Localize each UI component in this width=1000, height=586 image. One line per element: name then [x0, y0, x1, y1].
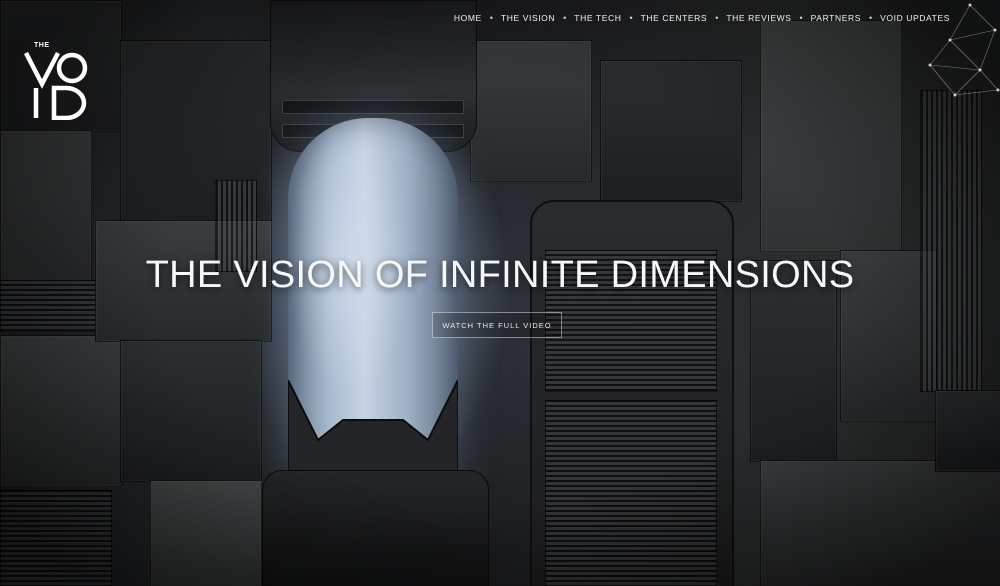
nav-item-home[interactable]: HOME [454, 13, 482, 23]
nav-separator: • [489, 13, 493, 23]
main-nav: HOME • THE VISION • THE TECH • THE CENTE… [454, 13, 950, 23]
watch-video-button[interactable]: WATCH THE FULL VIDEO [432, 312, 562, 338]
nav-item-the-vision[interactable]: THE VISION [501, 13, 555, 23]
nav-separator: • [799, 13, 803, 23]
hero-page: THE HOME • THE VISION • THE TECH • THE C… [0, 0, 1000, 586]
nav-item-partners[interactable]: PARTNERS [811, 13, 861, 23]
nav-item-the-reviews[interactable]: THE REVIEWS [726, 13, 791, 23]
nav-separator: • [629, 13, 633, 23]
nav-item-void-updates[interactable]: VOID UPDATES [880, 13, 950, 23]
site-logo[interactable]: THE [24, 42, 88, 120]
void-logo-icon [24, 51, 88, 120]
hero-title: THE VISION OF INFINITE DIMENSIONS [145, 254, 855, 296]
nav-separator: • [715, 13, 719, 23]
nav-separator: • [868, 13, 873, 23]
nav-item-the-tech[interactable]: THE TECH [574, 13, 621, 23]
nav-separator: • [563, 13, 567, 23]
nav-item-the-centers[interactable]: THE CENTERS [641, 13, 708, 23]
